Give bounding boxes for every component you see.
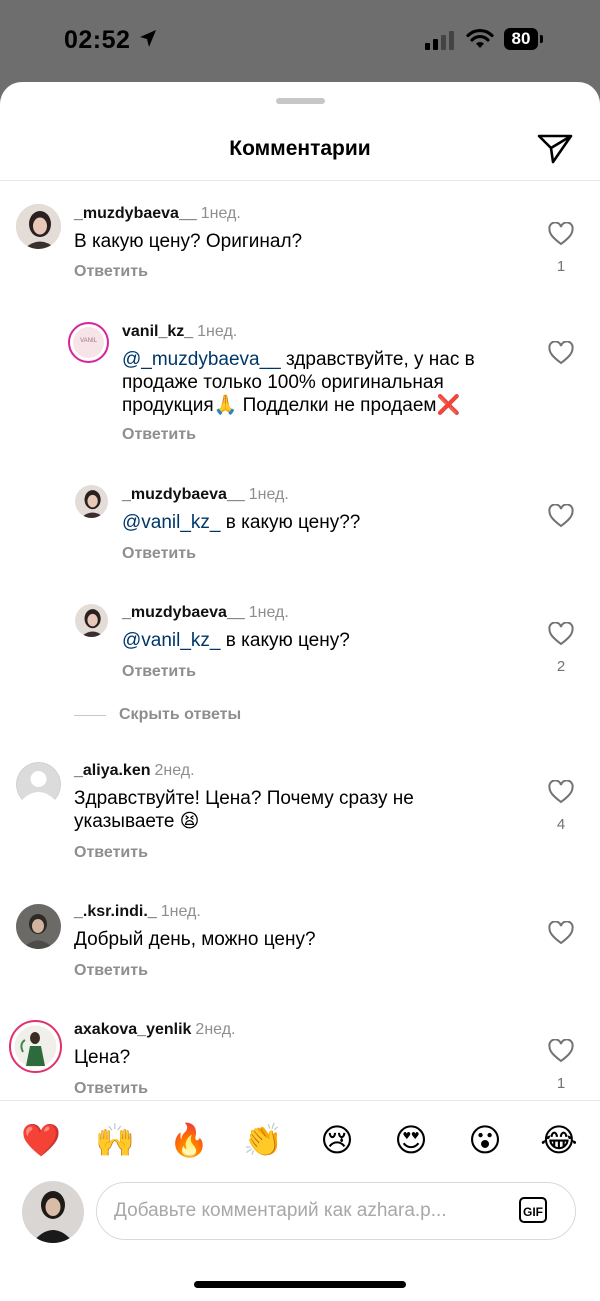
avatar[interactable] <box>16 904 61 949</box>
hide-replies-button[interactable]: Скрыть ответы <box>119 706 241 724</box>
reply-button[interactable]: Ответить <box>74 1080 148 1098</box>
avatar[interactable] <box>9 1020 62 1073</box>
cellular-signal-icon <box>425 31 454 50</box>
comment-text: @vanil_kz_ в какую цену? <box>122 630 350 651</box>
heart-icon[interactable] <box>548 504 574 528</box>
like-count: 2 <box>556 658 566 675</box>
like-count: 4 <box>556 816 566 833</box>
sheet-grabber[interactable] <box>276 98 325 104</box>
reply-button[interactable]: Ответить <box>122 426 196 444</box>
heart-icon[interactable] <box>548 1039 574 1063</box>
vanil-logo-text: VANIL <box>80 338 97 344</box>
reply-button[interactable]: Ответить <box>74 844 148 862</box>
comment-username[interactable]: _.ksr.indi._ 1нед. <box>74 903 201 921</box>
like-count: 1 <box>556 258 566 275</box>
heart-icon[interactable] <box>548 622 574 646</box>
comment-time: 2нед. <box>195 1021 236 1038</box>
header-divider <box>0 180 600 181</box>
location-arrow-icon <box>140 30 156 47</box>
hide-replies-line <box>74 715 106 716</box>
heart-icon[interactable] <box>548 780 574 804</box>
reply-button[interactable]: Ответить <box>122 663 196 681</box>
comment-time: 1нед. <box>160 903 201 920</box>
comment-username[interactable]: _muzdybaeva__ 1нед. <box>74 205 241 223</box>
avatar[interactable] <box>16 204 61 249</box>
emoji-fire[interactable]: 🔥 <box>169 1121 209 1159</box>
reply-button[interactable]: Ответить <box>74 263 148 281</box>
comment-username[interactable]: vanil_kz_ 1нед. <box>122 323 237 341</box>
comment-time: 1нед. <box>248 486 289 503</box>
mention-link[interactable]: @vanil_kz_ <box>122 630 221 651</box>
gif-button[interactable]: GIF <box>519 1197 547 1223</box>
my-avatar <box>22 1181 84 1243</box>
mention-link[interactable]: @_muzdybaeva__ <box>122 349 281 370</box>
battery-level: 80 <box>504 28 538 50</box>
comment-text: @vanil_kz_ в какую цену?? <box>122 512 361 533</box>
battery-tip <box>540 35 543 43</box>
comment-text: Цена? <box>74 1047 131 1068</box>
comment-username[interactable]: _muzdybaeva__ 1нед. <box>122 486 289 504</box>
like-count: 1 <box>556 1075 566 1092</box>
reply-button[interactable]: Ответить <box>122 545 196 563</box>
comment-input-placeholder: Добавьте комментарий как azhara.p... <box>114 1200 447 1221</box>
avatar[interactable] <box>16 762 61 807</box>
comment-text: Здравствуйте! Цена? Почему сразу не указ… <box>74 788 414 832</box>
comment-username[interactable]: _aliya.ken 2нед. <box>74 762 195 780</box>
emoji-laughing[interactable]: 😂 <box>539 1121 579 1159</box>
comment-text: В какую цену? Оригинал? <box>74 231 303 252</box>
emoji-crying[interactable]: 😢 <box>317 1121 357 1159</box>
emoji-heart-eyes[interactable]: 😍 <box>391 1121 431 1159</box>
emoji-clapping[interactable]: 👏 <box>243 1121 283 1159</box>
avatar[interactable] <box>75 485 108 518</box>
comment-time: 1нед. <box>248 604 289 621</box>
wifi-icon <box>466 28 494 48</box>
composer-panel: ❤️ 🙌 🔥 👏 😢 😍 😮 😂 Добавьте комментарий ка… <box>0 1100 600 1301</box>
comment-time: 1нед. <box>197 323 238 340</box>
status-time: 02:52 <box>64 26 131 54</box>
comment-time: 2нед. <box>154 762 195 779</box>
avatar[interactable] <box>75 604 108 637</box>
heart-icon[interactable] <box>548 222 574 246</box>
reply-button[interactable]: Ответить <box>74 962 148 980</box>
status-bar: 02:52 80 <box>0 0 600 82</box>
heart-icon[interactable] <box>548 341 574 365</box>
emoji-surprised[interactable]: 😮 <box>465 1121 505 1159</box>
home-indicator[interactable] <box>194 1281 406 1288</box>
mention-link[interactable]: @vanil_kz_ <box>122 512 221 533</box>
avatar[interactable]: VANIL <box>68 322 109 363</box>
heart-icon[interactable] <box>548 921 574 945</box>
emoji-raising-hands[interactable]: 🙌 <box>95 1121 135 1159</box>
comment-input[interactable]: Добавьте комментарий как azhara.p... GIF <box>96 1182 576 1240</box>
comment-text: Добрый день, можно цену? <box>74 929 316 950</box>
comment-text: @_muzdybaeva__ здравствуйте, у нас в про… <box>122 349 475 416</box>
emoji-heart[interactable]: ❤️ <box>21 1121 61 1159</box>
comment-username[interactable]: _muzdybaeva__ 1нед. <box>122 604 289 622</box>
send-icon[interactable] <box>536 132 574 166</box>
comment-time: 1нед. <box>200 205 241 222</box>
page-title: Комментарии <box>229 137 371 160</box>
comment-username[interactable]: axakova_yenlik 2нед. <box>74 1021 235 1039</box>
